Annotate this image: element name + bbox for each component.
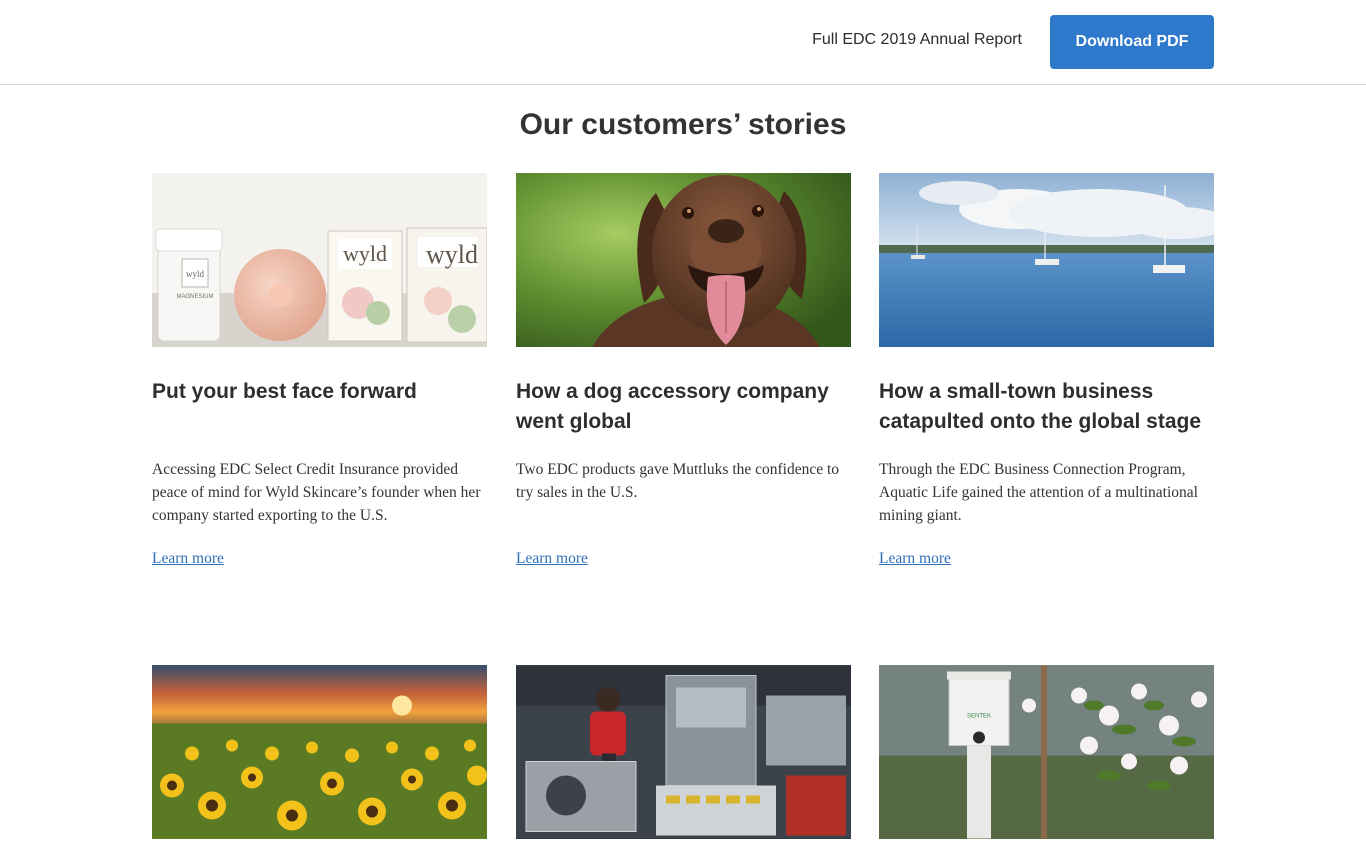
learn-more-link[interactable]: Learn more	[516, 550, 588, 568]
story-description: Two EDC products gave Muttluks the confi…	[516, 461, 840, 501]
story-title: Put your best face forward	[152, 380, 417, 403]
story-card-sunflowers	[152, 665, 487, 839]
story-image-lake	[879, 173, 1214, 347]
story-card-lab	[516, 665, 851, 839]
story-image-orchard: SENTEK	[879, 665, 1214, 839]
story-card-aquatic-life: How a small-town business catapulted ont…	[879, 173, 1214, 567]
story-card-wyld: wyld MAGNESIUM wyld wyld Put your best f…	[152, 173, 487, 567]
story-image-dog	[516, 173, 851, 347]
story-card-muttluks: How a dog accessory company went global …	[516, 173, 851, 567]
story-image-skincare: wyld MAGNESIUM wyld wyld	[152, 173, 487, 347]
jar-brand-text: wyld	[186, 269, 205, 279]
story-description: Through the EDC Business Connection Prog…	[879, 461, 1198, 524]
sensor-brand-text: SENTEK	[967, 714, 991, 720]
annual-report-label: Full EDC 2019 Annual Report	[812, 31, 1022, 48]
story-title: How a dog accessory company went global	[516, 380, 829, 433]
story-card-orchard: SENTEK	[879, 665, 1214, 839]
story-description: Accessing EDC Select Credit Insurance pr…	[152, 461, 481, 524]
story-image-sunflowers	[152, 665, 487, 839]
top-bar: Full EDC 2019 Annual Report Download PDF	[0, 0, 1366, 85]
story-image-lab	[516, 665, 851, 839]
jar-product-text: MAGNESIUM	[176, 294, 213, 300]
learn-more-link[interactable]: Learn more	[152, 550, 224, 568]
box-brand-text-1: wyld	[343, 241, 387, 266]
box-brand-text-2: wyld	[426, 240, 478, 269]
learn-more-link[interactable]: Learn more	[879, 550, 951, 568]
story-title: How a small-town business catapulted ont…	[879, 380, 1202, 433]
section-title: Our customers’ stories	[519, 108, 847, 141]
download-pdf-button[interactable]: Download PDF	[1050, 15, 1214, 69]
